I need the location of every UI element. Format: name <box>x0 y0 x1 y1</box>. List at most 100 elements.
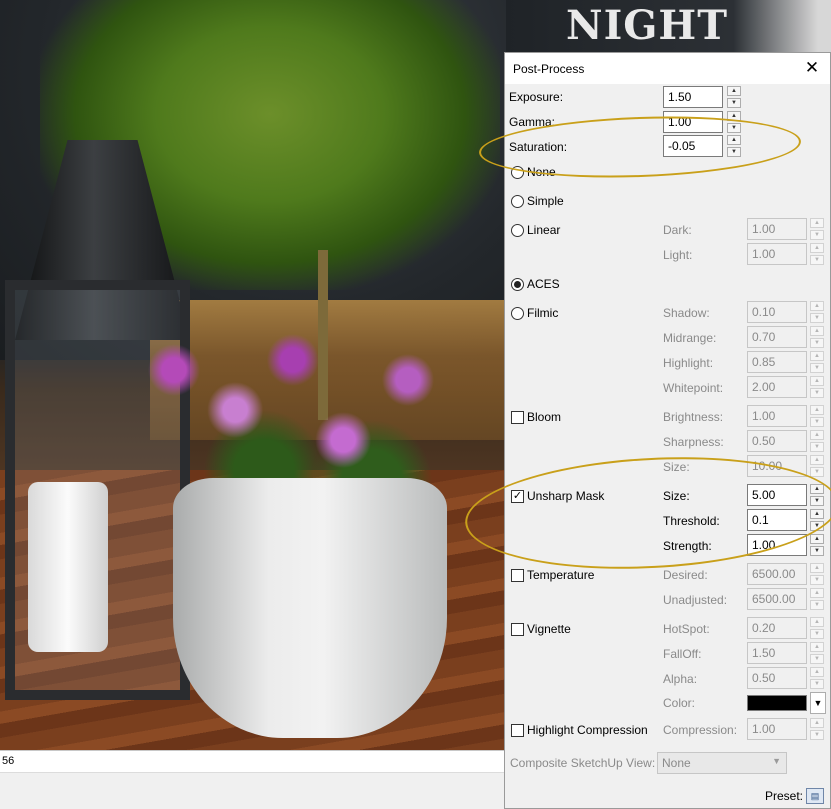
unsharp-size-field[interactable]: 5.00 <box>747 484 807 506</box>
filmic-midrange-field[interactable]: 0.70 <box>747 326 807 348</box>
spin-up-icon[interactable]: ▲ <box>810 642 824 652</box>
linear-light-field[interactable]: 1.00 <box>747 243 807 265</box>
exposure-field[interactable]: 1.50 <box>663 86 723 108</box>
spin-up-icon[interactable]: ▲ <box>810 301 824 311</box>
filmic-midrange-spinner[interactable]: ▲ ▼ <box>810 326 824 348</box>
dialog-titlebar[interactable]: Post-Process ✕ <box>505 53 830 84</box>
spin-up-icon[interactable]: ▲ <box>810 218 824 228</box>
unsharp-mask-label[interactable]: Unsharp Mask <box>527 489 604 503</box>
vignette-hotspot-field[interactable]: 0.20 <box>747 617 807 639</box>
spin-down-icon[interactable]: ▼ <box>810 546 824 556</box>
filmic-shadow-field[interactable]: 0.10 <box>747 301 807 323</box>
gamma-field[interactable]: 1.00 <box>663 111 723 133</box>
vignette-checkbox[interactable] <box>511 623 524 636</box>
filmic-highlight-field[interactable]: 0.85 <box>747 351 807 373</box>
spin-down-icon[interactable]: ▼ <box>810 467 824 477</box>
temperature-unadjusted-spinner[interactable]: ▲ ▼ <box>810 588 824 610</box>
spin-up-icon[interactable]: ▲ <box>810 351 824 361</box>
vignette-hotspot-spinner[interactable]: ▲ ▼ <box>810 617 824 639</box>
spin-down-icon[interactable]: ▼ <box>810 417 824 427</box>
spin-up-icon[interactable]: ▲ <box>810 718 824 728</box>
saturation-spinner[interactable]: ▲ ▼ <box>727 135 741 157</box>
filmic-whitepoint-spinner[interactable]: ▲ ▼ <box>810 376 824 398</box>
spin-down-icon[interactable]: ▼ <box>810 230 824 240</box>
spin-down-icon[interactable]: ▼ <box>810 442 824 452</box>
tonemap-none-radio[interactable] <box>511 166 524 179</box>
bloom-size-field[interactable]: 10.00 <box>747 455 807 477</box>
spin-down-icon[interactable]: ▼ <box>810 629 824 639</box>
vignette-label[interactable]: Vignette <box>527 622 571 636</box>
vignette-falloff-field[interactable]: 1.50 <box>747 642 807 664</box>
spin-up-icon[interactable]: ▲ <box>810 588 824 598</box>
highlight-compression-checkbox[interactable] <box>511 724 524 737</box>
bloom-label[interactable]: Bloom <box>527 410 561 424</box>
tonemap-aces-radio[interactable] <box>511 278 524 291</box>
spin-up-icon[interactable]: ▲ <box>727 135 741 145</box>
temperature-desired-field[interactable]: 6500.00 <box>747 563 807 585</box>
chevron-down-icon[interactable]: ▼ <box>810 692 826 714</box>
spin-up-icon[interactable]: ▲ <box>810 326 824 336</box>
linear-dark-field[interactable]: 1.00 <box>747 218 807 240</box>
spin-down-icon[interactable]: ▼ <box>727 147 741 157</box>
tonemap-linear-label[interactable]: Linear <box>527 223 560 237</box>
spin-down-icon[interactable]: ▼ <box>810 496 824 506</box>
spin-up-icon[interactable]: ▲ <box>810 243 824 253</box>
spin-down-icon[interactable]: ▼ <box>810 679 824 689</box>
spin-down-icon[interactable]: ▼ <box>810 521 824 531</box>
spin-down-icon[interactable]: ▼ <box>810 654 824 664</box>
unsharp-mask-checkbox[interactable]: ✓ <box>511 490 524 503</box>
unsharp-threshold-spinner[interactable]: ▲ ▼ <box>810 509 824 531</box>
spin-up-icon[interactable]: ▲ <box>810 667 824 677</box>
tonemap-linear-radio[interactable] <box>511 224 524 237</box>
bloom-sharpness-spinner[interactable]: ▲ ▼ <box>810 430 824 452</box>
filmic-highlight-spinner[interactable]: ▲ ▼ <box>810 351 824 373</box>
tonemap-filmic-radio[interactable] <box>511 307 524 320</box>
bloom-checkbox[interactable] <box>511 411 524 424</box>
spin-up-icon[interactable]: ▲ <box>810 509 824 519</box>
bloom-brightness-field[interactable]: 1.00 <box>747 405 807 427</box>
saturation-field[interactable]: -0.05 <box>663 135 723 157</box>
compression-spinner[interactable]: ▲ ▼ <box>810 718 824 740</box>
spin-down-icon[interactable]: ▼ <box>810 313 824 323</box>
spin-up-icon[interactable]: ▲ <box>810 617 824 627</box>
compression-field[interactable]: 1.00 <box>747 718 807 740</box>
bloom-brightness-spinner[interactable]: ▲ ▼ <box>810 405 824 427</box>
spin-up-icon[interactable]: ▲ <box>810 430 824 440</box>
tonemap-aces-label[interactable]: ACES <box>527 277 560 291</box>
filmic-shadow-spinner[interactable]: ▲ ▼ <box>810 301 824 323</box>
unsharp-size-spinner[interactable]: ▲ ▼ <box>810 484 824 506</box>
vignette-color-swatch[interactable] <box>747 695 807 711</box>
spin-down-icon[interactable]: ▼ <box>727 98 741 108</box>
spin-up-icon[interactable]: ▲ <box>810 405 824 415</box>
spin-down-icon[interactable]: ▼ <box>810 730 824 740</box>
spin-up-icon[interactable]: ▲ <box>810 455 824 465</box>
vignette-falloff-spinner[interactable]: ▲ ▼ <box>810 642 824 664</box>
linear-dark-spinner[interactable]: ▲ ▼ <box>810 218 824 240</box>
vignette-alpha-spinner[interactable]: ▲ ▼ <box>810 667 824 689</box>
spin-down-icon[interactable]: ▼ <box>810 388 824 398</box>
spin-down-icon[interactable]: ▼ <box>810 338 824 348</box>
composite-view-select[interactable]: None ▼ <box>657 752 787 774</box>
tonemap-filmic-label[interactable]: Filmic <box>527 306 558 320</box>
unsharp-strength-field[interactable]: 1.00 <box>747 534 807 556</box>
filmic-whitepoint-field[interactable]: 2.00 <box>747 376 807 398</box>
preset-icon[interactable]: ▤ <box>806 788 824 804</box>
spin-up-icon[interactable]: ▲ <box>810 484 824 494</box>
vignette-alpha-field[interactable]: 0.50 <box>747 667 807 689</box>
tonemap-none-label[interactable]: None <box>527 165 556 179</box>
temperature-label[interactable]: Temperature <box>527 568 594 582</box>
spin-down-icon[interactable]: ▼ <box>810 575 824 585</box>
tonemap-simple-radio[interactable] <box>511 195 524 208</box>
linear-light-spinner[interactable]: ▲ ▼ <box>810 243 824 265</box>
tonemap-simple-label[interactable]: Simple <box>527 194 564 208</box>
bloom-size-spinner[interactable]: ▲ ▼ <box>810 455 824 477</box>
spin-up-icon[interactable]: ▲ <box>727 86 741 96</box>
unsharp-threshold-field[interactable]: 0.1 <box>747 509 807 531</box>
spin-up-icon[interactable]: ▲ <box>810 563 824 573</box>
spin-up-icon[interactable]: ▲ <box>727 111 741 121</box>
gamma-spinner[interactable]: ▲ ▼ <box>727 111 741 133</box>
temperature-unadjusted-field[interactable]: 6500.00 <box>747 588 807 610</box>
spin-up-icon[interactable]: ▲ <box>810 534 824 544</box>
close-icon[interactable]: ✕ <box>802 58 822 78</box>
temperature-desired-spinner[interactable]: ▲ ▼ <box>810 563 824 585</box>
